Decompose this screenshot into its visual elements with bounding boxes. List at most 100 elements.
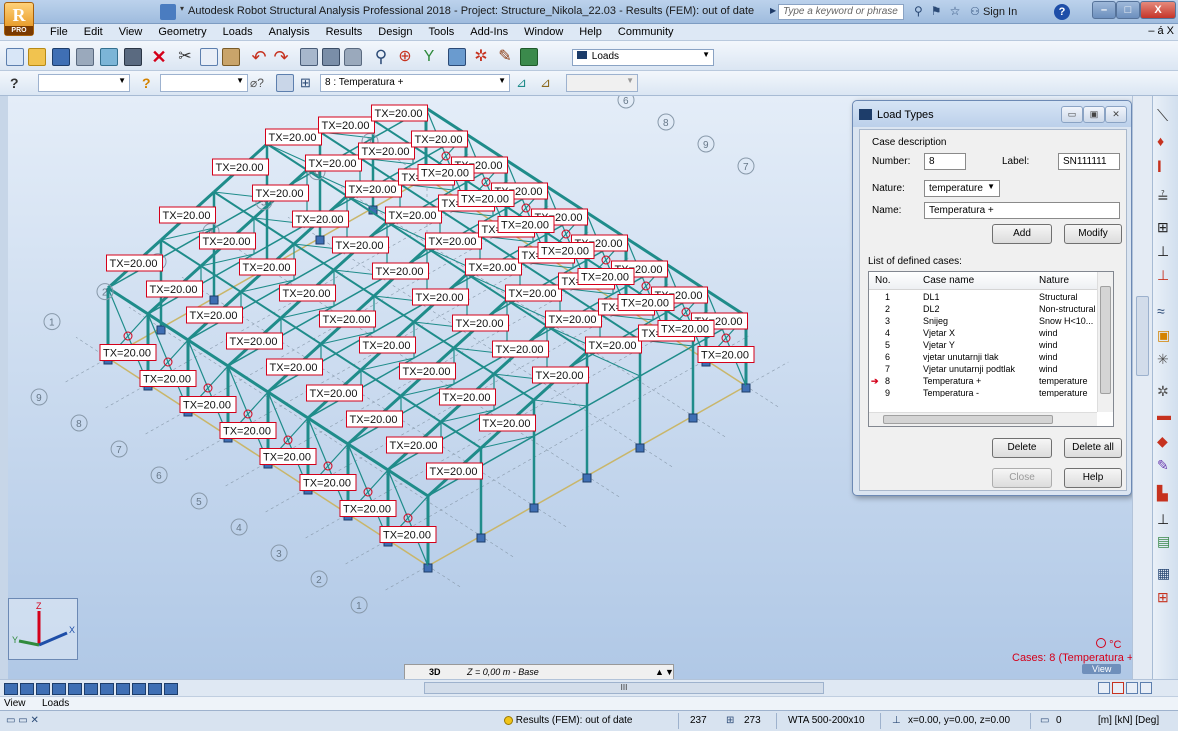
prev-case-icon[interactable]: ⊿ (540, 74, 558, 92)
plane-up-icon[interactable]: ▲ (655, 667, 664, 677)
undo-icon[interactable]: ↶ (250, 48, 268, 66)
menu-loads[interactable]: Loads (215, 26, 261, 39)
table-icon[interactable]: ▦ (1157, 564, 1175, 582)
wind-icon[interactable]: ≈ (1157, 302, 1175, 320)
menu-edit[interactable]: Edit (76, 26, 111, 39)
bar-selection-combo[interactable]: ▼ (160, 74, 248, 92)
bars-icon[interactable]: ⟍ (1157, 108, 1175, 126)
settings-icon[interactable]: ✲ (472, 48, 490, 66)
tab-view[interactable]: View (4, 698, 26, 709)
view-button[interactable]: View (1082, 664, 1122, 674)
bar-selection-icon[interactable]: ? (142, 74, 160, 92)
display-icon[interactable] (132, 683, 146, 695)
number-field[interactable]: 8 (924, 153, 966, 170)
list-item[interactable]: 4 Vjetar X wind (869, 328, 1097, 339)
viewport-vertical-scrollbar[interactable] (1132, 96, 1152, 679)
delete-icon[interactable]: ✕ (150, 48, 168, 66)
tools-icon[interactable]: ✎ (496, 48, 514, 66)
zoom-icon[interactable]: ⚲ (372, 48, 390, 66)
view-control-icon[interactable] (1112, 682, 1124, 694)
new-icon[interactable] (6, 48, 24, 66)
releases-icon[interactable]: ⊞ (1157, 218, 1175, 236)
help-button[interactable]: ? (1054, 4, 1070, 20)
rc-design-icon[interactable]: ⊥ (1157, 510, 1175, 528)
maximize-button[interactable]: □ (1116, 1, 1140, 19)
binoculars-icon[interactable]: ⚲ (914, 4, 923, 18)
help-dialog-button[interactable]: Help (1064, 468, 1122, 488)
dialog-maximize-button[interactable]: ▣ (1083, 106, 1105, 123)
display-icon[interactable] (36, 683, 50, 695)
layout-selector[interactable]: Loads ▼ (572, 49, 714, 66)
list-item[interactable]: 3 Snijeg Snow H<10... (869, 316, 1097, 327)
document-window-controls[interactable]: – á X (1148, 25, 1174, 37)
tab-loads[interactable]: Loads (42, 698, 69, 709)
sign-in-button[interactable]: ⚇ Sign In (970, 5, 1017, 18)
calculation-icon[interactable]: ▣ (1157, 326, 1175, 344)
cases-list[interactable]: No. Case name Nature 1 DL1 Structural 2 … (868, 271, 1114, 427)
supports-icon[interactable]: ♦ (1157, 132, 1175, 150)
display-icon[interactable] (100, 683, 114, 695)
menu-results[interactable]: Results (318, 26, 371, 39)
deformation-icon[interactable]: ▬ (1157, 406, 1175, 424)
menu-design[interactable]: Design (370, 26, 420, 39)
menu-window[interactable]: Window (516, 26, 571, 39)
view-mode-label[interactable]: 3D (429, 667, 441, 677)
scroll-thumb[interactable] (1100, 286, 1111, 394)
cases-list-horizontal-scrollbar[interactable] (869, 412, 1097, 426)
list-item[interactable]: 5 Vjetar Y wind (869, 340, 1097, 351)
zoom-window-icon[interactable]: ⊕ (396, 48, 414, 66)
calculation-icon[interactable] (322, 48, 340, 66)
save-icon[interactable] (52, 48, 70, 66)
menu-view[interactable]: View (111, 26, 151, 39)
redo-icon[interactable]: ↷ (272, 48, 290, 66)
application-menu-button[interactable]: R PRO (4, 2, 34, 36)
pan-icon[interactable]: Y (420, 48, 438, 66)
load-table-icon[interactable] (276, 74, 294, 92)
scroll-thumb[interactable] (883, 415, 1053, 424)
list-item[interactable]: 6 vjetar unutarnji tlak wind (869, 352, 1097, 363)
list-item[interactable]: 7 Vjetar unutarnji podtlak wind (869, 364, 1097, 375)
load-definition-icon[interactable]: ⊥ (1157, 242, 1175, 260)
steel-design-icon[interactable]: ▙ (1157, 484, 1175, 502)
menu-help[interactable]: Help (571, 26, 610, 39)
mode-combo[interactable]: ▼ (566, 74, 638, 92)
list-item[interactable]: 9 Temperatura - temperature (869, 388, 1097, 397)
load-case-icon[interactable]: ⊞ (300, 74, 318, 92)
list-item-selected[interactable]: ➔ 8 Temperatura + temperature (869, 376, 1097, 387)
preview-icon[interactable] (100, 48, 118, 66)
column-case-name[interactable]: Case name (923, 275, 974, 286)
display-icon[interactable] (68, 683, 82, 695)
display-icon[interactable] (164, 683, 178, 695)
menu-analysis[interactable]: Analysis (261, 26, 318, 39)
subscription-icon[interactable]: ⚑ (931, 4, 942, 18)
display-icon[interactable] (116, 683, 130, 695)
list-item[interactable]: 2 DL2 Non-structural (869, 304, 1097, 315)
display-icon[interactable] (52, 683, 66, 695)
add-button[interactable]: Add (992, 224, 1052, 244)
open-icon[interactable] (28, 48, 46, 66)
quick-access-icon[interactable] (160, 4, 176, 20)
nature-select[interactable]: temperature ▼ (924, 180, 1000, 197)
report-icon[interactable]: ▤ (1157, 532, 1175, 550)
menu-geometry[interactable]: Geometry (150, 26, 214, 39)
plane-down-icon[interactable]: ▼ (665, 667, 674, 677)
screen-capture-icon[interactable] (124, 48, 142, 66)
display-icon[interactable] (148, 683, 162, 695)
next-case-icon[interactable]: ⊿ (516, 74, 534, 92)
delete-all-button[interactable]: Delete all (1064, 438, 1122, 458)
menu-add-ins[interactable]: Add-Ins (462, 26, 516, 39)
delete-button[interactable]: Delete (992, 438, 1052, 458)
copy-icon[interactable] (200, 48, 218, 66)
cases-list-vertical-scrollbar[interactable] (1097, 272, 1113, 412)
favorites-icon[interactable]: ☆ (950, 4, 961, 18)
structure-model-icon[interactable] (448, 48, 466, 66)
design-icon[interactable]: ✎ (1157, 456, 1175, 474)
dialog-title-bar[interactable]: Load Types ▭ ▣ ✕ (853, 101, 1131, 127)
display-icon[interactable] (84, 683, 98, 695)
display-icon[interactable] (4, 683, 18, 695)
list-item[interactable]: 1 DL1 Structural (869, 292, 1097, 303)
scroll-thumb[interactable] (1136, 296, 1149, 376)
printout-icon[interactable]: ⊞ (1157, 588, 1175, 606)
display-icon[interactable] (20, 683, 34, 695)
cut-icon[interactable]: ✂ (176, 48, 194, 66)
